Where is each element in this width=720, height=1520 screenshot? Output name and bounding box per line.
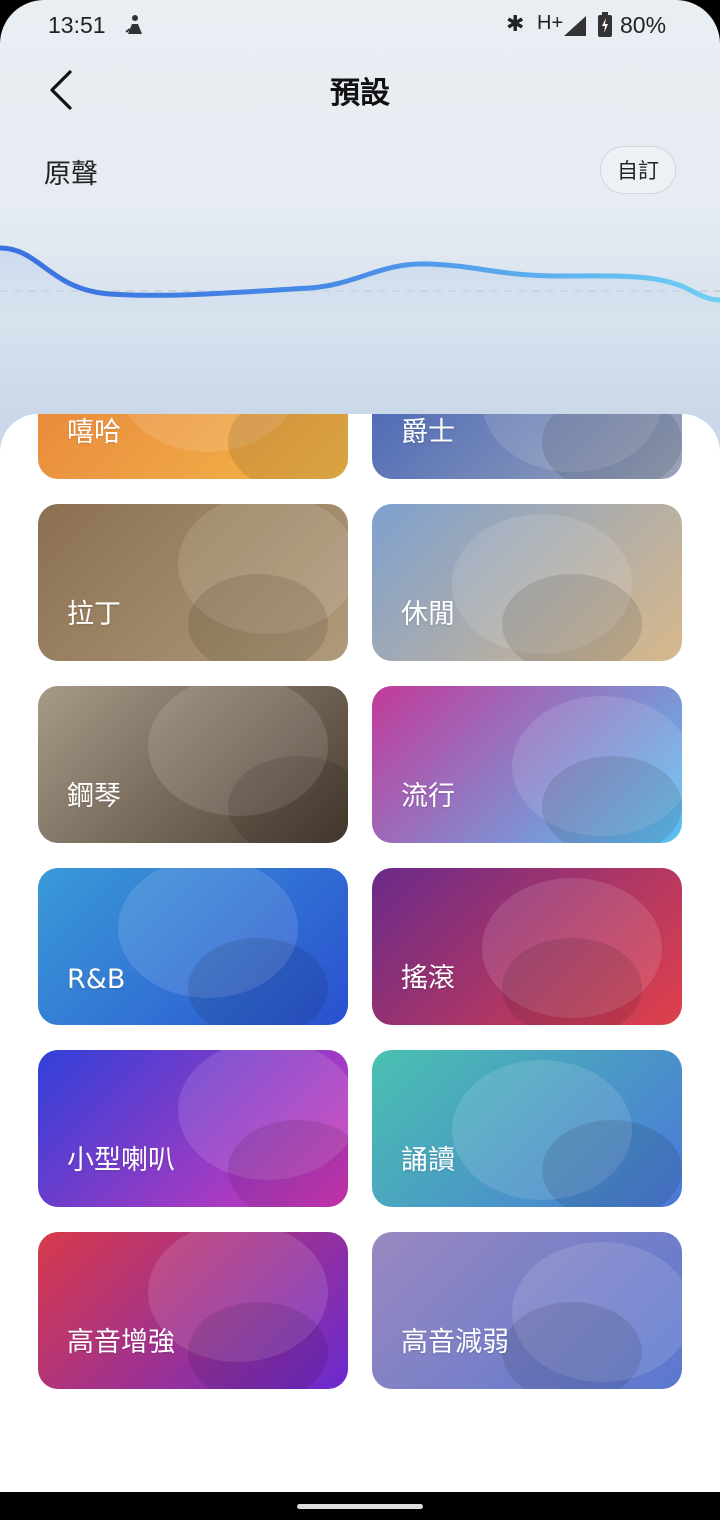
current-preset-name: 原聲 <box>44 159 98 190</box>
preset-card[interactable]: 小型喇叭 <box>38 1050 348 1207</box>
preset-card-label: 流行 <box>401 781 455 812</box>
bluetooth-icon: ✱ <box>506 12 525 37</box>
preset-card-label: 誦讀 <box>401 1145 455 1176</box>
custom-button[interactable]: 自訂 <box>600 146 676 194</box>
preset-sheet[interactable]: 嘻哈 爵士拉丁 休閒鋼琴 流行 R&B 搖滾小型喇叭 誦讀高音增強 高音減弱 <box>0 414 720 1492</box>
preset-card[interactable]: 休閒 <box>372 504 682 661</box>
page-title: 預設 <box>330 76 390 111</box>
preset-card[interactable]: 拉丁 <box>38 504 348 661</box>
preset-card[interactable]: 嘻哈 <box>38 414 348 479</box>
battery-percent: 80% <box>620 12 667 38</box>
preset-card-image <box>178 504 348 661</box>
preset-card-label: 小型喇叭 <box>67 1145 175 1176</box>
home-indicator[interactable] <box>297 1504 423 1509</box>
preset-card-image <box>148 686 348 843</box>
status-bar: 13:51 ✱ H+ 80% <box>0 0 720 52</box>
screen: 13:51 ✱ H+ 80% 預設 原聲 自訂 嘻哈 爵士 拉丁 休閒 鋼琴 流… <box>0 0 720 1520</box>
preset-card-label: 爵士 <box>401 417 455 448</box>
battery-icon <box>598 12 612 37</box>
preset-card[interactable]: R&B <box>38 868 348 1025</box>
preset-card-label: 嘻哈 <box>67 417 121 448</box>
status-time: 13:51 <box>48 12 106 38</box>
preset-card-image <box>512 696 682 843</box>
preset-card-image <box>148 1232 328 1389</box>
notification-icon <box>125 15 142 34</box>
preset-card-image <box>118 868 328 1025</box>
preset-card-label: 拉丁 <box>67 599 121 630</box>
preset-card[interactable]: 鋼琴 <box>38 686 348 843</box>
preset-card-image <box>482 878 662 1025</box>
preset-card-image <box>502 1242 682 1389</box>
preset-card-label: 鋼琴 <box>67 781 121 812</box>
preset-card[interactable]: 誦讀 <box>372 1050 682 1207</box>
preset-card-label: 高音減弱 <box>401 1327 509 1358</box>
eq-curve <box>0 245 720 320</box>
preset-card[interactable]: 搖滾 <box>372 868 682 1025</box>
preset-card[interactable]: 高音減弱 <box>372 1232 682 1389</box>
preset-card[interactable]: 流行 <box>372 686 682 843</box>
signal-icon <box>564 16 586 36</box>
preset-card-label: R&B <box>67 964 126 995</box>
preset-card-label: 高音增強 <box>67 1327 175 1358</box>
preset-card-image <box>452 514 642 661</box>
preset-card-image <box>178 1050 348 1207</box>
preset-card[interactable]: 爵士 <box>372 414 682 479</box>
network-type: H+ <box>537 12 564 34</box>
preset-card[interactable]: 高音增強 <box>38 1232 348 1389</box>
preset-card-label: 休閒 <box>401 599 455 630</box>
preset-card-label: 搖滾 <box>401 963 455 994</box>
preset-card-image <box>452 1060 682 1207</box>
